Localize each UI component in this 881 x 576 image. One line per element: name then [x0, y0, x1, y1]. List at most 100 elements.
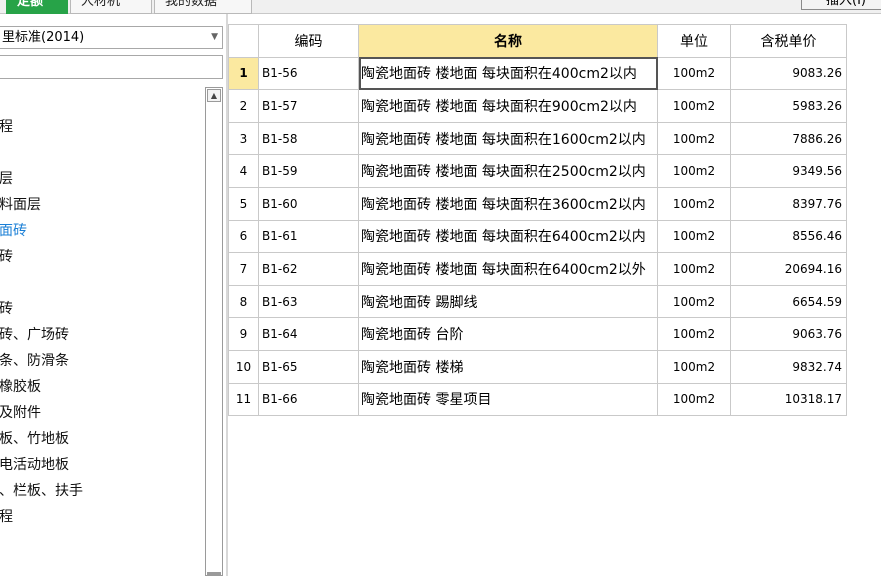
cell-name[interactable]: 陶瓷地面砖 楼地面 每块面积在3600cm2以内 [358, 186, 658, 221]
table-row[interactable]: 8 B1-63 陶瓷地面砖 踢脚线 100m2 6654.59 [228, 284, 847, 319]
cell-unit[interactable]: 100m2 [657, 284, 731, 319]
tree-item-selected[interactable]: 面砖 [0, 222, 27, 240]
insert-button-label: 插入(I) [826, 0, 866, 8]
cell-unit[interactable]: 100m2 [657, 154, 731, 188]
tab-quota[interactable]: 定额 [6, 0, 68, 14]
cell-code[interactable]: B1-64 [258, 317, 359, 351]
cell-name[interactable]: 陶瓷地面砖 楼地面 每块面积在6400cm2以外 [358, 252, 658, 286]
row-number[interactable]: 9 [228, 317, 259, 351]
tree-item[interactable]: 层 [0, 170, 13, 188]
cell-price[interactable]: 9349.56 [730, 154, 847, 188]
tab-labor-material-machine[interactable]: 人材机 [70, 0, 152, 14]
tree-item[interactable]: 料面层 [0, 196, 41, 214]
tree-item[interactable]: 程 [0, 508, 13, 526]
cell-name[interactable]: 陶瓷地面砖 台阶 [358, 317, 658, 351]
cell-name[interactable]: 陶瓷地面砖 楼地面 每块面积在400cm2以内 [358, 56, 658, 91]
cell-code[interactable]: B1-57 [258, 89, 359, 123]
tree-item[interactable]: 砖、广场砖 [0, 326, 69, 344]
table-row[interactable]: 1 B1-56 陶瓷地面砖 楼地面 每块面积在400cm2以内 100m2 9083.2… [228, 56, 847, 91]
scroll-thumb[interactable] [207, 104, 221, 574]
cell-price[interactable]: 9832.74 [730, 349, 847, 384]
cell-price[interactable]: 10318.17 [730, 382, 847, 417]
scroll-up-icon[interactable]: ▲ [207, 89, 221, 102]
table-row[interactable]: 11 B1-66 陶瓷地面砖 零星项目 100m2 10318.17 [228, 382, 847, 417]
cell-price[interactable]: 20694.16 [730, 252, 847, 286]
table-body: 1 B1-56 陶瓷地面砖 楼地面 每块面积在400cm2以内 100m2 9083.2… [228, 56, 847, 417]
cell-name[interactable]: 陶瓷地面砖 楼地面 每块面积在900cm2以内 [358, 89, 658, 123]
row-number[interactable]: 5 [228, 186, 259, 221]
table-row[interactable]: 10 B1-65 陶瓷地面砖 楼梯 100m2 9832.74 [228, 349, 847, 384]
quota-table: 编码 名称 单位 含税单价 1 B1-56 陶瓷地面砖 楼地面 每块面积在400cm… [228, 24, 847, 417]
table-row[interactable]: 2 B1-57 陶瓷地面砖 楼地面 每块面积在900cm2以内 100m2 5983.2… [228, 89, 847, 123]
chevron-down-icon[interactable]: ▼ [211, 27, 218, 48]
cell-code[interactable]: B1-56 [258, 56, 359, 91]
cell-unit[interactable]: 100m2 [657, 382, 731, 417]
cell-code[interactable]: B1-61 [258, 219, 359, 254]
cell-unit[interactable]: 100m2 [657, 121, 731, 156]
scroll-track-edge [207, 572, 221, 575]
tree-item[interactable]: 及附件 [0, 404, 41, 422]
tree-item[interactable]: 橡胶板 [0, 378, 41, 396]
cell-code[interactable]: B1-63 [258, 284, 359, 319]
cell-unit[interactable]: 100m2 [657, 89, 731, 123]
cell-price[interactable]: 8556.46 [730, 219, 847, 254]
cell-name[interactable]: 陶瓷地面砖 楼地面 每块面积在2500cm2以内 [358, 154, 658, 188]
cell-price[interactable]: 8397.76 [730, 186, 847, 221]
library-select[interactable]: 里标准(2014) ▼ [0, 26, 223, 49]
tree-item[interactable]: 电活动地板 [0, 456, 69, 474]
row-number[interactable]: 6 [228, 219, 259, 254]
table-header-row: 编码 名称 单位 含税单价 [228, 24, 847, 58]
table-row[interactable]: 5 B1-60 陶瓷地面砖 楼地面 每块面积在3600cm2以内 100m2 8397.… [228, 186, 847, 221]
table-row[interactable]: 6 B1-61 陶瓷地面砖 楼地面 每块面积在6400cm2以内 100m2 8556.… [228, 219, 847, 254]
column-header-code[interactable]: 编码 [258, 24, 359, 58]
cell-unit[interactable]: 100m2 [657, 317, 731, 351]
tree-item[interactable]: 砖 [0, 300, 13, 318]
column-header-price[interactable]: 含税单价 [730, 24, 847, 58]
cell-unit[interactable]: 100m2 [657, 56, 731, 91]
cell-unit[interactable]: 100m2 [657, 349, 731, 384]
tab-my-data[interactable]: 我的数据 [154, 0, 252, 14]
row-number[interactable]: 8 [228, 284, 259, 319]
cell-unit[interactable]: 100m2 [657, 219, 731, 254]
cell-price[interactable]: 9083.26 [730, 56, 847, 91]
tree-item[interactable]: 程 [0, 118, 13, 136]
row-number[interactable]: 3 [228, 121, 259, 156]
tree-item[interactable]: 条、防滑条 [0, 352, 69, 370]
row-number[interactable]: 4 [228, 154, 259, 188]
cell-name[interactable]: 陶瓷地面砖 楼地面 每块面积在1600cm2以内 [358, 121, 658, 156]
cell-name[interactable]: 陶瓷地面砖 踢脚线 [358, 284, 658, 319]
cell-code[interactable]: B1-62 [258, 252, 359, 286]
cell-code[interactable]: B1-66 [258, 382, 359, 417]
table-row[interactable]: 9 B1-64 陶瓷地面砖 台阶 100m2 9063.76 [228, 317, 847, 351]
cell-unit[interactable]: 100m2 [657, 186, 731, 221]
cell-code[interactable]: B1-65 [258, 349, 359, 384]
row-number[interactable]: 1 [228, 56, 259, 91]
cell-price[interactable]: 7886.26 [730, 121, 847, 156]
row-number[interactable]: 2 [228, 89, 259, 123]
table-row[interactable]: 7 B1-62 陶瓷地面砖 楼地面 每块面积在6400cm2以外 100m2 20694… [228, 252, 847, 286]
row-number[interactable]: 10 [228, 349, 259, 384]
tree-scrollbar[interactable]: ▲ [205, 87, 223, 576]
tree-item[interactable]: 砖 [0, 248, 13, 266]
cell-price[interactable]: 9063.76 [730, 317, 847, 351]
cell-price[interactable]: 5983.26 [730, 89, 847, 123]
tree-item[interactable]: 、栏板、扶手 [0, 482, 83, 500]
table-row[interactable]: 3 B1-58 陶瓷地面砖 楼地面 每块面积在1600cm2以内 100m2 7886.… [228, 121, 847, 156]
cell-code[interactable]: B1-60 [258, 186, 359, 221]
cell-code[interactable]: B1-58 [258, 121, 359, 156]
cell-name[interactable]: 陶瓷地面砖 楼地面 每块面积在6400cm2以内 [358, 219, 658, 254]
cell-price[interactable]: 6654.59 [730, 284, 847, 319]
column-header-name[interactable]: 名称 [358, 24, 658, 58]
row-number[interactable]: 11 [228, 382, 259, 417]
cell-unit[interactable]: 100m2 [657, 252, 731, 286]
cell-code[interactable]: B1-59 [258, 154, 359, 188]
tab-quota-label: 定额 [17, 0, 44, 9]
insert-button[interactable]: 插入(I) [801, 0, 881, 10]
row-number[interactable]: 7 [228, 252, 259, 286]
cell-name[interactable]: 陶瓷地面砖 零星项目 [358, 382, 658, 417]
tree-item[interactable]: 板、竹地板 [0, 430, 69, 448]
column-header-unit[interactable]: 单位 [657, 24, 731, 58]
table-row[interactable]: 4 B1-59 陶瓷地面砖 楼地面 每块面积在2500cm2以内 100m2 9349.… [228, 154, 847, 188]
cell-name[interactable]: 陶瓷地面砖 楼梯 [358, 349, 658, 384]
search-input[interactable] [0, 55, 223, 79]
